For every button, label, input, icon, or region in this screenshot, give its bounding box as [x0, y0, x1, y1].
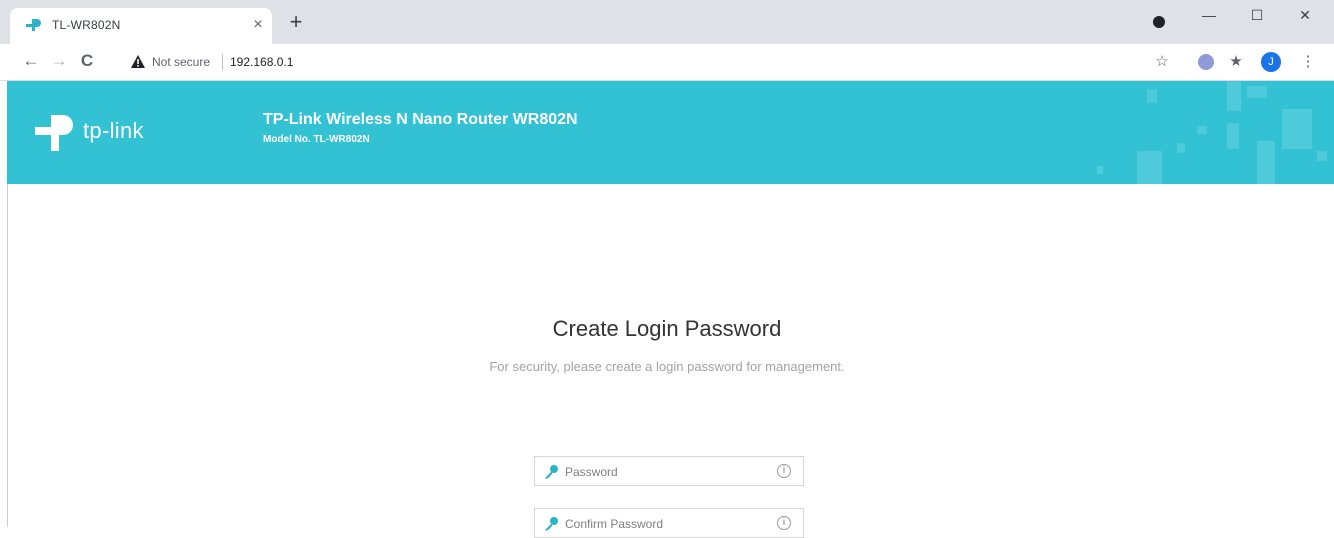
new-tab-button[interactable]: + — [284, 11, 308, 35]
key-icon — [545, 465, 558, 479]
minimize-button[interactable]: — — [1186, 2, 1232, 28]
extension-icon[interactable] — [1198, 54, 1214, 70]
tab-close-icon[interactable]: × — [248, 15, 268, 35]
password-field[interactable]: i — [534, 456, 804, 486]
confirm-password-field[interactable]: i — [534, 508, 804, 538]
maximize-button[interactable]: ☐ — [1234, 2, 1280, 28]
key-icon — [545, 517, 558, 531]
browser-menu-icon[interactable]: ⋮ — [1298, 52, 1318, 72]
router-header: tp-link TP-Link Wireless N Nano Router W… — [7, 81, 1334, 184]
tab-title: TL-WR802N — [52, 18, 121, 32]
media-record-icon[interactable] — [1153, 16, 1165, 28]
info-icon[interactable]: i — [777, 516, 791, 530]
confirm-password-input[interactable] — [565, 513, 765, 535]
warning-triangle-icon — [131, 55, 145, 68]
model-number: Model No. TL-WR802N — [263, 134, 370, 145]
reload-button[interactable]: C — [76, 50, 98, 72]
security-indicator[interactable]: Not secure — [152, 55, 210, 69]
tp-link-logo-icon — [35, 115, 73, 151]
browser-tab[interactable]: TL-WR802N × — [10, 8, 272, 44]
forward-button[interactable]: → — [48, 50, 70, 72]
profile-avatar[interactable]: J — [1261, 52, 1281, 72]
info-icon[interactable]: i — [777, 464, 791, 478]
browser-toolbar: ← → C Not secure 192.168.0.1 ☆ ★ J ⋮ — [0, 44, 1334, 81]
page-subtitle: For security, please create a login pass… — [489, 359, 845, 374]
extensions-puzzle-icon[interactable]: ★ — [1226, 52, 1246, 72]
tab-strip: TL-WR802N × + — ☐ ✕ — [0, 0, 1334, 44]
url-text[interactable]: 192.168.0.1 — [230, 55, 293, 69]
product-name: TP-Link Wireless N Nano Router WR802N — [263, 111, 578, 128]
omnibox-divider — [222, 54, 223, 70]
password-input[interactable] — [565, 461, 765, 483]
back-button[interactable]: ← — [20, 50, 42, 72]
tp-link-favicon-icon — [26, 19, 41, 31]
logo-text: tp-link — [83, 118, 144, 143]
header-decoration — [1097, 81, 1327, 184]
close-window-button[interactable]: ✕ — [1282, 2, 1328, 28]
address-bar[interactable]: Not secure 192.168.0.1 — [120, 48, 1130, 76]
page-title: Create Login Password — [552, 316, 782, 341]
bookmark-star-icon[interactable]: ☆ — [1152, 52, 1172, 72]
